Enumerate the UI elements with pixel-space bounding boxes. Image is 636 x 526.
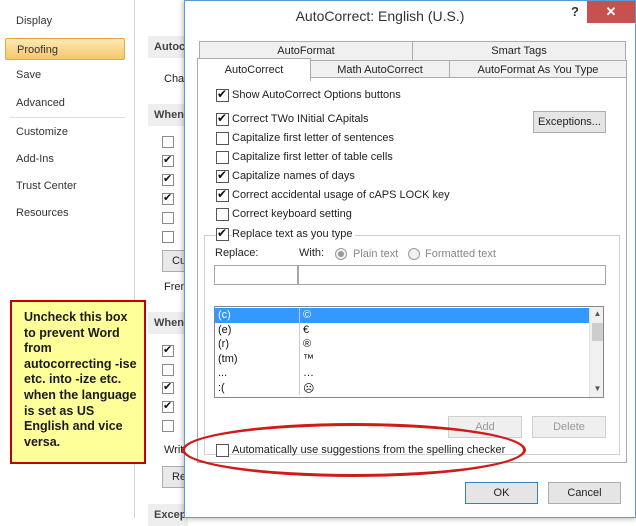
- change-text-fragment: Cha: [164, 73, 185, 85]
- plain-text-label: Plain text: [353, 248, 399, 260]
- list-item[interactable]: (e) €: [215, 322, 589, 337]
- scroll-down-arrow-icon[interactable]: ▼: [590, 382, 603, 397]
- replace-as-you-type-label: Replace text as you type: [232, 228, 356, 240]
- bg-checkbox[interactable]: [162, 420, 174, 432]
- entry-replace: (tm): [218, 352, 238, 365]
- dialog-titlebar[interactable]: AutoCorrect: English (U.S.) ? ✕: [185, 1, 635, 33]
- sidebar-item-trust-center[interactable]: Trust Center: [16, 180, 77, 192]
- annotation-callout: Uncheck this box to prevent Word from au…: [10, 300, 146, 464]
- sidebar-divider: [10, 117, 125, 118]
- ok-button[interactable]: OK: [465, 482, 538, 504]
- replace-label: Replace:: [215, 247, 259, 259]
- sidebar-item-save[interactable]: Save: [16, 69, 41, 81]
- bg-checkbox[interactable]: [162, 212, 174, 224]
- section-head-autocorrect: Autoc: [148, 36, 188, 58]
- capitalize-table-cells-checkbox[interactable]: [216, 151, 229, 164]
- section-head-when-1: When: [148, 104, 188, 126]
- column-divider: [299, 337, 300, 352]
- sidebar-item-resources[interactable]: Resources: [16, 207, 69, 219]
- option-label: Correct keyboard setting: [232, 208, 352, 220]
- sidebar-item-advanced[interactable]: Advanced: [16, 97, 65, 109]
- writing-style-fragment: Writ: [164, 444, 184, 456]
- entry-with: €: [303, 323, 310, 336]
- entry-replace: (e): [218, 323, 232, 336]
- with-label: With:: [299, 247, 325, 259]
- bg-checkbox[interactable]: [162, 231, 174, 243]
- column-divider: [299, 322, 300, 337]
- option-label: Capitalize names of days: [232, 170, 355, 182]
- bg-checkbox[interactable]: [162, 399, 174, 413]
- sidebar-item-proofing[interactable]: Proofing: [5, 38, 125, 60]
- column-divider: [299, 351, 300, 366]
- entry-with: ©: [303, 309, 312, 321]
- highlight-ellipse: [182, 423, 526, 477]
- formatted-text-radio[interactable]: [408, 248, 420, 260]
- autocorrect-entries-list[interactable]: (c) © (e) € (r) ® (tm) ™ ... …:(☹ ▲ ▼: [214, 306, 604, 398]
- entry-with: ™: [303, 352, 314, 365]
- sidebar-item-customize[interactable]: Customize: [16, 126, 68, 138]
- plain-text-radio[interactable]: [335, 248, 347, 260]
- dialog-title: AutoCorrect: English (U.S.): [295, 8, 465, 24]
- cancel-button[interactable]: Cancel: [548, 482, 621, 504]
- formatted-text-label: Formatted text: [425, 248, 496, 260]
- scroll-thumb[interactable]: [592, 323, 603, 341]
- with-input[interactable]: [298, 265, 606, 285]
- column-divider: [299, 380, 300, 395]
- section-head-exceptions: Excep: [148, 504, 188, 526]
- entry-replace: :(: [218, 381, 225, 394]
- bg-checkbox[interactable]: [162, 172, 174, 186]
- entry-with: …: [303, 367, 314, 379]
- entry-replace: (r): [218, 338, 229, 350]
- correct-two-initial-capitals-checkbox[interactable]: [216, 111, 229, 126]
- help-button[interactable]: ?: [565, 4, 585, 22]
- exceptions-button[interactable]: Exceptions...: [533, 111, 606, 133]
- scroll-up-arrow-icon[interactable]: ▲: [590, 307, 603, 322]
- list-item[interactable]: (c) ©: [215, 308, 589, 323]
- option-label: Capitalize first letter of table cells: [232, 151, 393, 163]
- autocorrect-tab-pane: Show AutoCorrect Options buttons Correct…: [197, 77, 627, 463]
- bg-checkbox[interactable]: [162, 364, 174, 376]
- entry-with: ☹: [303, 382, 315, 395]
- keyboard-setting-checkbox[interactable]: [216, 208, 229, 221]
- replace-as-you-type-checkbox[interactable]: [216, 226, 229, 241]
- show-options-label: Show AutoCorrect Options buttons: [232, 89, 401, 101]
- tab-autocorrect[interactable]: AutoCorrect: [197, 58, 311, 81]
- capitalize-sentences-checkbox[interactable]: [216, 132, 229, 145]
- sidebar-item-display[interactable]: Display: [16, 15, 52, 27]
- bg-checkbox[interactable]: [162, 153, 174, 167]
- option-label: Correct accidental usage of cAPS LOCK ke…: [232, 189, 450, 201]
- delete-button[interactable]: Delete: [532, 416, 606, 438]
- section-head-when-2: When: [148, 312, 188, 334]
- bg-checkbox[interactable]: [162, 380, 174, 394]
- list-item[interactable]: (r) ®: [215, 337, 589, 352]
- list-item[interactable]: ... …: [215, 366, 589, 381]
- bg-checkbox[interactable]: [162, 136, 174, 148]
- column-divider: [299, 308, 300, 323]
- sidebar-item-add-ins[interactable]: Add-Ins: [16, 153, 54, 165]
- close-button[interactable]: ✕: [587, 1, 635, 23]
- caps-lock-checkbox[interactable]: [216, 187, 229, 202]
- option-label: Capitalize first letter of sentences: [232, 132, 395, 144]
- tab-smart-tags[interactable]: Smart Tags: [412, 41, 626, 61]
- show-options-checkbox[interactable]: [216, 87, 229, 102]
- replace-input[interactable]: [214, 265, 298, 285]
- bg-checkbox[interactable]: [162, 191, 174, 205]
- list-item[interactable]: (tm) ™: [215, 351, 589, 366]
- entry-with: ®: [303, 338, 312, 350]
- entry-replace: (c): [218, 309, 231, 321]
- list-scrollbar[interactable]: ▲ ▼: [589, 307, 603, 397]
- bg-checkbox[interactable]: [162, 343, 174, 357]
- option-label: Correct TWo INitial CApitals: [232, 113, 369, 125]
- column-divider: [299, 366, 300, 381]
- list-item[interactable]: :( ☹: [215, 380, 589, 395]
- capitalize-days-checkbox[interactable]: [216, 168, 229, 183]
- entry-replace: ...: [218, 367, 228, 379]
